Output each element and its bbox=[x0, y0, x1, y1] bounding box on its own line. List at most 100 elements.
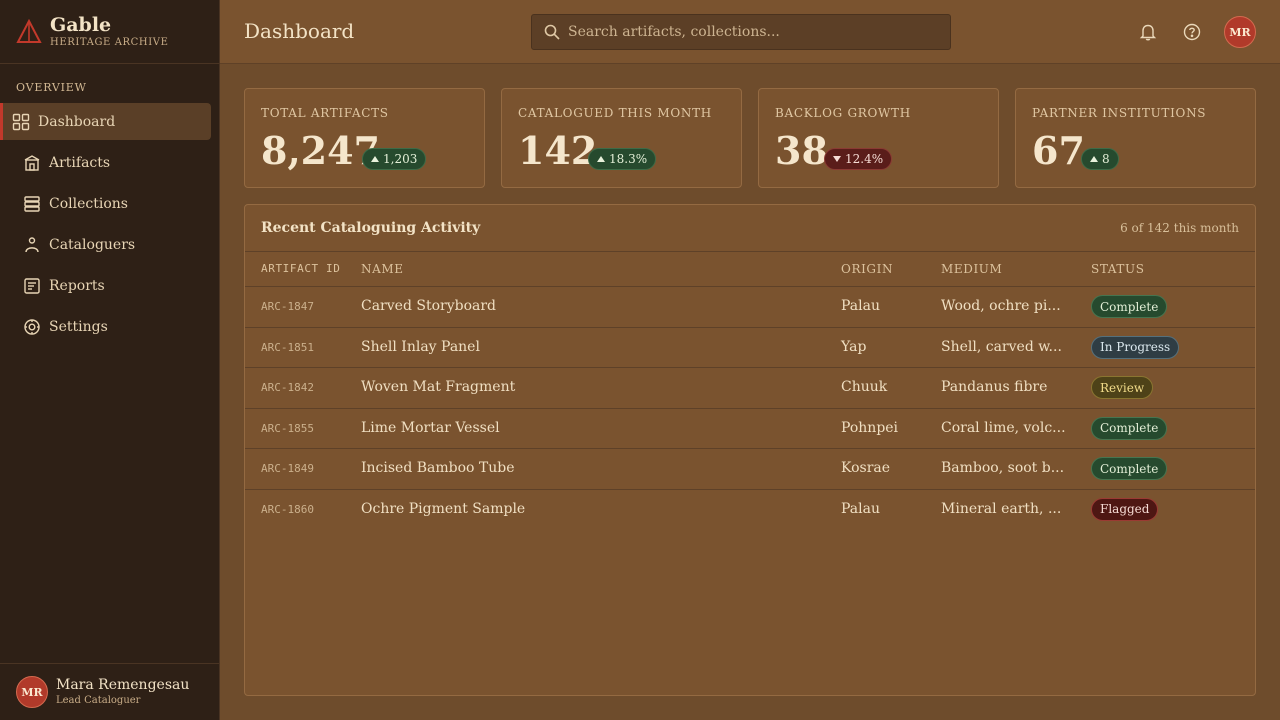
artifact-origin: Palau bbox=[841, 298, 880, 314]
arrow-up-icon bbox=[1090, 156, 1098, 162]
sidebar-item-label: Reports bbox=[49, 277, 105, 294]
stat-card-total-artifacts[interactable]: TOTAL ARTIFACTS 8,247 1,203 bbox=[244, 88, 485, 188]
sidebar-item-dashboard[interactable]: Dashboard bbox=[0, 103, 211, 140]
table-body: ARC-1847 Carved Storyboard Palau Wood, o… bbox=[245, 287, 1255, 530]
sidebar-item-collections[interactable]: Collections bbox=[0, 185, 211, 222]
artifact-id: ARC-1849 bbox=[261, 462, 314, 475]
status-badge: In Progress bbox=[1091, 335, 1180, 359]
person-icon bbox=[23, 236, 41, 254]
table-row[interactable]: ARC-1849 Incised Bamboo Tube Kosrae Bamb… bbox=[245, 449, 1255, 490]
stat-delta-badge: 18.3% bbox=[588, 148, 657, 170]
avatar: MR bbox=[16, 676, 48, 708]
sidebar-item-label: Collections bbox=[49, 195, 128, 212]
table-row[interactable]: ARC-1851 Shell Inlay Panel Yap Shell, ca… bbox=[245, 328, 1255, 368]
sidebar-item-cataloguers[interactable]: Cataloguers bbox=[0, 226, 211, 263]
arrow-up-icon bbox=[371, 156, 379, 162]
stat-delta-badge: 8 bbox=[1081, 148, 1119, 170]
column-header-medium[interactable]: MEDIUM bbox=[941, 262, 1002, 276]
column-header-status[interactable]: STATUS bbox=[1091, 262, 1145, 276]
table-row[interactable]: ARC-1842 Woven Mat Fragment Chuuk Pandan… bbox=[245, 368, 1255, 409]
artifact-medium: Mineral earth, ... bbox=[941, 500, 1062, 517]
column-header-origin[interactable]: ORIGIN bbox=[841, 262, 893, 276]
status-badge: Review bbox=[1091, 376, 1154, 399]
table-row[interactable]: ARC-1860 Ochre Pigment Sample Palau Mine… bbox=[245, 490, 1255, 531]
artifact-name: Incised Bamboo Tube bbox=[361, 460, 515, 476]
brand-name: Gable bbox=[50, 13, 112, 36]
search-input[interactable] bbox=[568, 24, 928, 40]
artifact-id: ARC-1842 bbox=[261, 381, 314, 394]
stat-label: PARTNER INSTITUTIONS bbox=[1032, 106, 1207, 120]
table-header: ARTIFACT ID NAME ORIGIN MEDIUM STATUS bbox=[245, 251, 1255, 287]
status-badge: Complete bbox=[1091, 416, 1168, 440]
artifact-id: ARC-1851 bbox=[261, 340, 314, 354]
artifact-name: Carved Storyboard bbox=[361, 298, 496, 314]
artifact-medium: Pandanus fibre bbox=[941, 379, 1048, 395]
brand[interactable]: Gable HERITAGE ARCHIVE bbox=[0, 0, 219, 64]
stat-value: 142 bbox=[518, 128, 598, 173]
stat-value: 8,247 bbox=[261, 128, 380, 173]
artifact-medium: Wood, ochre pi... bbox=[941, 298, 1061, 314]
artifact-id: ARC-1860 bbox=[261, 502, 314, 516]
page-title: Dashboard bbox=[244, 19, 355, 43]
panel-meta: 6 of 142 this month bbox=[1120, 221, 1239, 235]
artifact-name: Woven Mat Fragment bbox=[361, 379, 516, 395]
stat-delta: 8 bbox=[1102, 152, 1110, 166]
grid-icon bbox=[12, 113, 30, 131]
header-avatar[interactable]: MR bbox=[1224, 16, 1256, 48]
stat-cards: TOTAL ARTIFACTS 8,247 1,203 CATALOGUED T… bbox=[244, 88, 1256, 188]
panel-title: Recent Cataloguing Activity bbox=[261, 220, 481, 236]
sidebar-item-settings[interactable]: Settings bbox=[0, 308, 211, 345]
user-name: Mara Remengesau bbox=[56, 677, 190, 693]
status-badge: Complete bbox=[1091, 457, 1168, 480]
artifact-origin: Pohnpei bbox=[841, 419, 899, 436]
sidebar-item-label: Cataloguers bbox=[49, 236, 136, 253]
bell-icon[interactable] bbox=[1138, 22, 1158, 42]
sidebar-item-label: Artifacts bbox=[49, 154, 111, 171]
stat-value: 67 bbox=[1032, 128, 1085, 173]
stat-card-backlog-growth[interactable]: BACKLOG GROWTH 38 12.4% bbox=[758, 88, 999, 188]
artifact-medium: Coral lime, volc... bbox=[941, 419, 1066, 436]
stat-card-catalogued-month[interactable]: CATALOGUED THIS MONTH 142 18.3% bbox=[501, 88, 742, 188]
table-row[interactable]: ARC-1847 Carved Storyboard Palau Wood, o… bbox=[245, 287, 1255, 328]
artifact-id: ARC-1847 bbox=[261, 300, 314, 313]
artifact-name: Ochre Pigment Sample bbox=[361, 500, 526, 517]
sidebar-item-reports[interactable]: Reports bbox=[0, 267, 211, 304]
help-icon[interactable] bbox=[1182, 22, 1202, 42]
artifact-medium: Shell, carved w... bbox=[941, 338, 1062, 355]
sidebar-item-artifacts[interactable]: Artifacts bbox=[0, 144, 211, 181]
stat-label: CATALOGUED THIS MONTH bbox=[518, 106, 712, 120]
stat-delta-badge: 12.4% bbox=[824, 148, 893, 170]
stat-label: BACKLOG GROWTH bbox=[775, 106, 911, 120]
stat-delta: 18.3% bbox=[609, 152, 648, 166]
artifact-id: ARC-1855 bbox=[261, 421, 314, 435]
sidebar-item-label: Dashboard bbox=[38, 113, 116, 130]
artifact-name: Shell Inlay Panel bbox=[361, 338, 480, 355]
search-box[interactable] bbox=[531, 14, 951, 50]
artifact-name: Lime Mortar Vessel bbox=[361, 419, 500, 436]
status-badge: Complete bbox=[1091, 295, 1168, 318]
stack-icon bbox=[23, 195, 41, 213]
status-badge: Flagged bbox=[1091, 497, 1159, 521]
artifact-origin: Chuuk bbox=[841, 379, 888, 395]
nav-section-label: OVERVIEW bbox=[16, 81, 87, 94]
column-header-id[interactable]: ARTIFACT ID bbox=[261, 262, 340, 275]
stat-card-partner-institutions[interactable]: PARTNER INSTITUTIONS 67 8 bbox=[1015, 88, 1256, 188]
activity-panel: Recent Cataloguing Activity 6 of 142 thi… bbox=[244, 204, 1256, 696]
arrow-up-icon bbox=[597, 156, 605, 162]
museum-icon bbox=[23, 154, 41, 172]
artifact-origin: Yap bbox=[841, 338, 867, 355]
user-role: Lead Cataloguer bbox=[56, 695, 141, 706]
top-header: Dashboard MR bbox=[220, 0, 1280, 64]
brand-subtitle: HERITAGE ARCHIVE bbox=[50, 36, 169, 48]
sidebar-nav: Dashboard Artifacts Collections Catalogu… bbox=[0, 103, 220, 349]
stat-delta-badge: 1,203 bbox=[362, 148, 427, 170]
table-row[interactable]: ARC-1855 Lime Mortar Vessel Pohnpei Cora… bbox=[245, 409, 1255, 449]
search-icon bbox=[544, 24, 560, 40]
current-user[interactable]: MR Mara Remengesau Lead Cataloguer bbox=[0, 663, 220, 720]
report-icon bbox=[23, 277, 41, 295]
sidebar: Gable HERITAGE ARCHIVE OVERVIEW Dashboar… bbox=[0, 0, 220, 720]
column-header-name[interactable]: NAME bbox=[361, 262, 404, 276]
stat-value: 38 bbox=[775, 128, 828, 173]
stat-delta: 1,203 bbox=[383, 152, 418, 166]
arrow-down-icon bbox=[833, 156, 841, 162]
